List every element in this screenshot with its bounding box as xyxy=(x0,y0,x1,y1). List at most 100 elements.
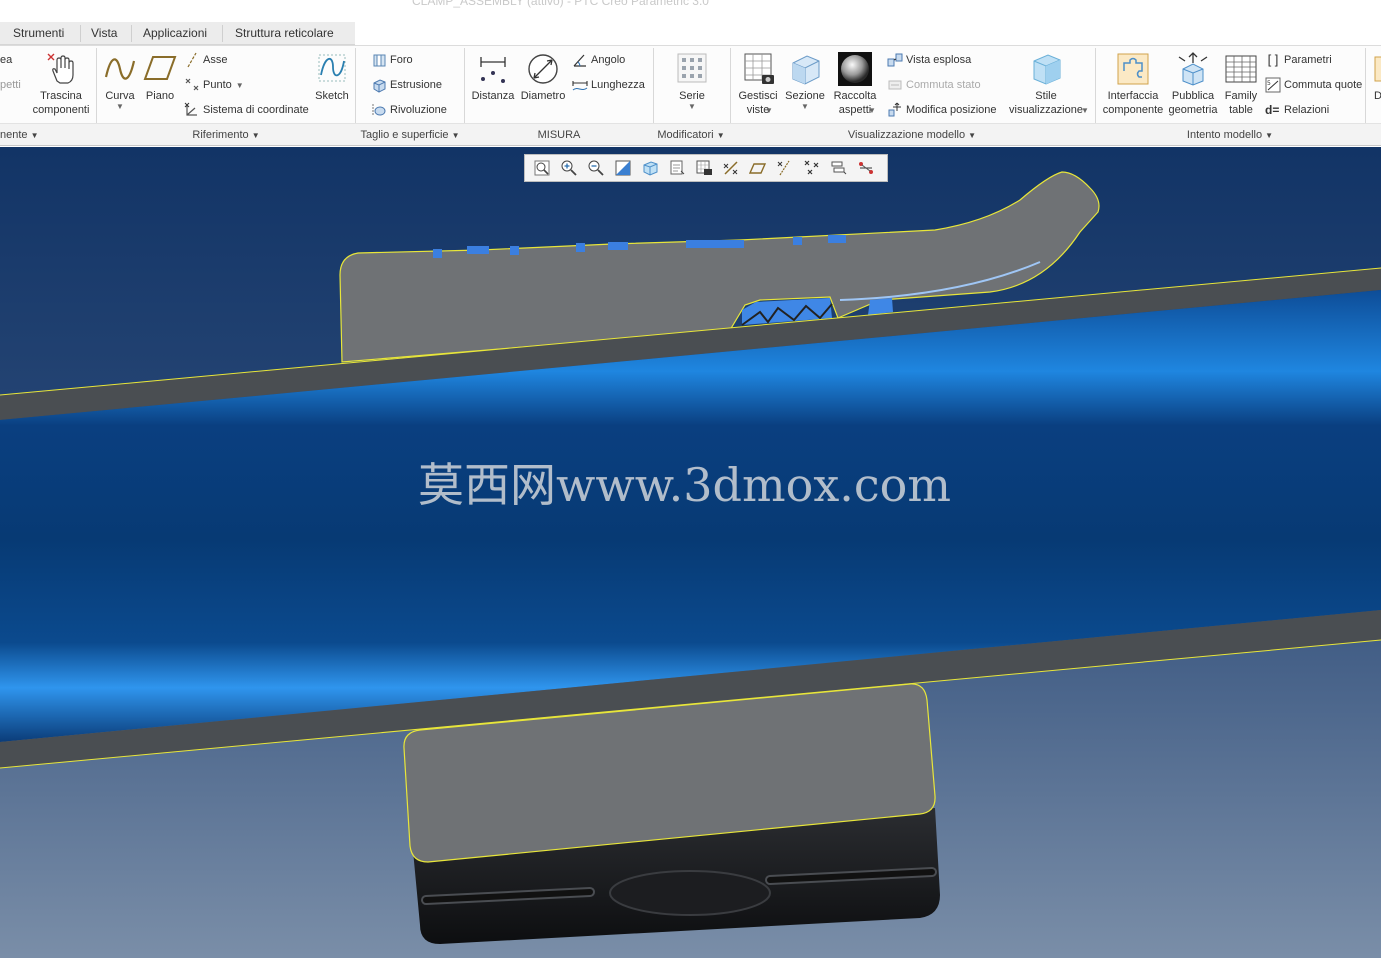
model-viewport[interactable]: 莫西网www.3dmox.com xyxy=(0,147,1381,958)
angle-button[interactable]: Angolo xyxy=(572,51,625,69)
chevron-down-icon: ▼ xyxy=(716,131,725,140)
saved-views-icon[interactable] xyxy=(665,157,689,179)
chevron-down-icon[interactable]: ▼ xyxy=(1081,106,1089,115)
extrude-button[interactable]: Estrusione xyxy=(371,76,442,94)
toggle-state-button[interactable]: Commuta stato xyxy=(887,76,981,94)
exploded-view-button[interactable]: Vista esplosa xyxy=(887,51,971,69)
tab-strumenti[interactable]: Strumenti xyxy=(9,26,68,40)
group-intento-label: Intento modello xyxy=(1186,129,1263,141)
edit-position-label: Modifica posizione xyxy=(906,104,997,116)
display-style-button[interactable]: Stile visualizzazione xyxy=(1002,51,1090,117)
pattern-button[interactable]: Serie ▼ xyxy=(672,51,712,111)
group-riferimento-label: Riferimento xyxy=(192,129,249,141)
manage-views-label: Gestisci viste xyxy=(738,90,778,116)
group-modificatori-label: Modificatori xyxy=(657,129,714,141)
clipped-left-button[interactable]: ea xyxy=(0,51,12,69)
group-visualizzazione-modello[interactable]: Visualizzazione modello ▼ xyxy=(848,129,976,141)
drag-components-button[interactable]: Trascina componenti xyxy=(28,51,94,117)
menu-separator xyxy=(222,25,223,42)
angle-label: Angolo xyxy=(591,54,626,66)
length-button[interactable]: Lunghezza xyxy=(572,76,645,94)
chevron-down-icon: ▼ xyxy=(30,131,39,140)
hole-button[interactable]: Foro xyxy=(371,51,413,69)
relations-icon: d= xyxy=(1265,103,1280,118)
plane-button[interactable]: Piano xyxy=(142,51,178,103)
manage-views-button[interactable]: Gestisci viste xyxy=(735,51,781,117)
point-label: Punto xyxy=(203,79,232,91)
curve-label: Curva xyxy=(105,90,135,102)
toggle-dimensions-icon: 5 xyxy=(1265,77,1281,93)
menu-separator xyxy=(80,25,81,42)
chevron-down-icon: ▼ xyxy=(116,102,124,111)
group-riferimento[interactable]: Riferimento ▼ xyxy=(192,129,259,141)
tab-struttura-reticolare[interactable]: Struttura reticolare xyxy=(231,26,338,40)
clipped-right-button[interactable]: D xyxy=(1372,51,1381,103)
pattern-label: Serie xyxy=(679,90,705,102)
toggle-dimensions-button[interactable]: 5 Commuta quote xyxy=(1265,76,1362,94)
refit-icon[interactable] xyxy=(530,157,554,179)
section-icon xyxy=(792,55,820,85)
component-interface-button[interactable]: Interfaccia componente xyxy=(1102,51,1164,117)
sketch-button[interactable]: Sketch xyxy=(312,51,352,103)
exploded-view-label: Vista esplosa xyxy=(906,54,972,66)
menu-tabs: Strumenti Vista Applicazioni Struttura r… xyxy=(0,22,1381,45)
group-componente-label: nente xyxy=(0,129,28,141)
tab-vista[interactable]: Vista xyxy=(87,26,121,40)
point-display-icon[interactable] xyxy=(773,157,797,179)
repaint-icon[interactable] xyxy=(611,157,635,179)
annotation-display-icon[interactable] xyxy=(854,157,878,179)
section-button[interactable]: Sezione ▼ xyxy=(782,51,828,111)
publish-geometry-button[interactable]: Pubblica geometria xyxy=(1166,51,1220,117)
length-label: Lunghezza xyxy=(591,79,645,91)
diameter-button[interactable]: Diametro xyxy=(520,51,566,103)
axis-button[interactable]: Asse xyxy=(184,51,227,69)
tab-applicazioni[interactable]: Applicazioni xyxy=(139,26,211,40)
revolve-icon xyxy=(372,104,386,117)
axis-label: Asse xyxy=(203,54,228,66)
display-style-icon[interactable] xyxy=(638,157,662,179)
diameter-label: Diametro xyxy=(520,90,566,102)
edit-position-button[interactable]: Modifica posizione xyxy=(887,101,997,119)
named-view-icon[interactable] xyxy=(692,157,716,179)
relations-button[interactable]: d= Relazioni xyxy=(1265,101,1329,119)
family-table-button[interactable]: Family table xyxy=(1222,51,1260,117)
coordinate-system-icon xyxy=(184,102,197,116)
chevron-down-icon[interactable]: ▼ xyxy=(765,106,773,115)
group-misura[interactable]: MISURA xyxy=(538,129,581,141)
coordinate-system-label: Sistema di coordinate xyxy=(203,104,309,116)
group-modificatori[interactable]: Modificatori ▼ xyxy=(657,129,724,141)
distance-icon xyxy=(480,57,506,83)
group-visualizzazione-label: Visualizzazione modello xyxy=(847,129,966,141)
parameters-button[interactable]: [ ] Parametri xyxy=(1265,51,1332,69)
point-icon xyxy=(185,78,199,91)
extrude-label: Estrusione xyxy=(390,79,442,91)
curve-button[interactable]: Curva ▼ xyxy=(101,51,139,111)
revolve-button[interactable]: Rivoluzione xyxy=(371,101,447,119)
revolve-label: Rivoluzione xyxy=(390,104,447,116)
coordinate-system-button[interactable]: Sistema di coordinate xyxy=(184,101,309,119)
edit-position-icon xyxy=(888,102,901,117)
axis-display-icon[interactable] xyxy=(746,157,770,179)
group-taglio-label: Taglio e superficie xyxy=(360,129,449,141)
group-componente[interactable]: nente ▼ xyxy=(0,129,39,141)
plane-display-icon[interactable] xyxy=(719,157,743,179)
hand-drag-icon xyxy=(47,53,74,84)
spin-center-icon[interactable] xyxy=(827,157,851,179)
zoom-in-icon[interactable] xyxy=(557,157,581,179)
group-intento-modello[interactable]: Intento modello ▼ xyxy=(1187,129,1273,141)
chevron-down-icon: ▼ xyxy=(235,81,244,90)
window-title: CLAMP_ASSEMBLY (attivo) - PTC Creo Param… xyxy=(412,0,709,8)
model-scene xyxy=(0,147,1381,958)
point-button[interactable]: Punto ▼ xyxy=(184,76,244,94)
brackets-icon: [ ] xyxy=(1267,52,1279,68)
toggle-state-label: Commuta stato xyxy=(906,79,981,91)
diameter-icon xyxy=(528,54,558,84)
zoom-out-icon[interactable] xyxy=(584,157,608,179)
group-taglio-superficie[interactable]: Taglio e superficie ▼ xyxy=(360,129,459,141)
toggle-state-icon xyxy=(888,80,902,90)
chevron-down-icon: ▼ xyxy=(688,102,696,111)
csys-display-icon[interactable] xyxy=(800,157,824,179)
chevron-down-icon[interactable]: ▼ xyxy=(868,106,876,115)
distance-button[interactable]: Distanza xyxy=(470,51,516,103)
clipped-left-button-2[interactable]: petti xyxy=(0,76,21,94)
